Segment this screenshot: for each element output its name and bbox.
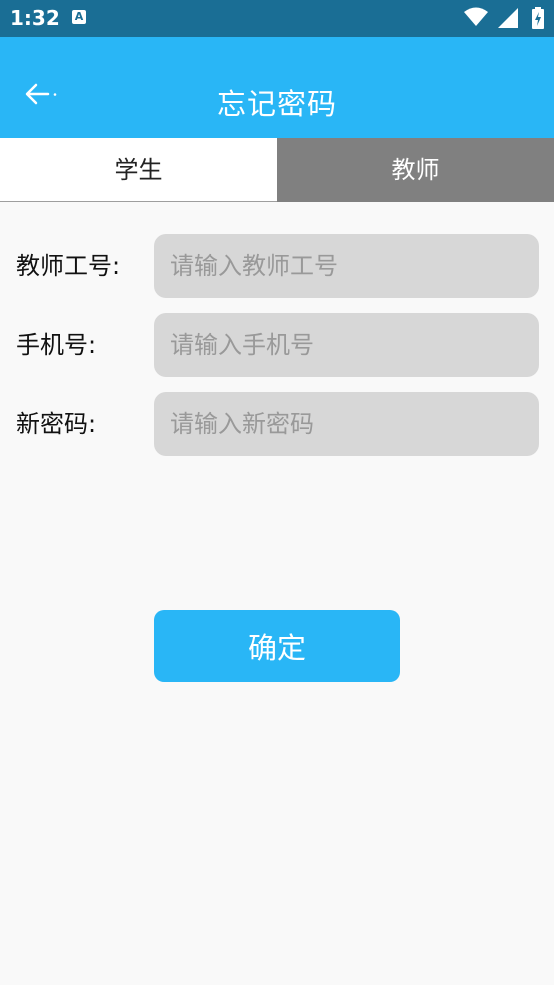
confirm-button[interactable]: 确定 — [154, 610, 400, 682]
signal-icon — [498, 8, 518, 28]
wifi-icon — [464, 7, 488, 26]
new-password-input[interactable] — [154, 392, 539, 456]
battery-charging-icon — [532, 7, 544, 29]
a-icon: A — [72, 10, 86, 24]
phone-label: 手机号: — [16, 331, 97, 359]
new-password-label: 新密码: — [16, 410, 97, 438]
status-time: 1:32 — [10, 6, 60, 30]
tab-bar: 学生 教师 — [0, 138, 554, 202]
teacher-id-label: 教师工号: — [16, 252, 121, 280]
new-password-row: 新密码: — [0, 392, 554, 456]
tab-teacher[interactable]: 教师 — [277, 138, 554, 202]
teacher-id-input[interactable] — [154, 234, 539, 298]
app-bar: 忘记密码 — [0, 37, 554, 138]
page-title: 忘记密码 — [216, 87, 337, 121]
teacher-id-row: 教师工号: — [0, 234, 554, 298]
phone-input[interactable] — [154, 313, 539, 377]
phone-row: 手机号: — [0, 313, 554, 377]
tab-student[interactable]: 学生 — [0, 138, 277, 202]
status-bar: 1:32 A — [0, 0, 554, 37]
